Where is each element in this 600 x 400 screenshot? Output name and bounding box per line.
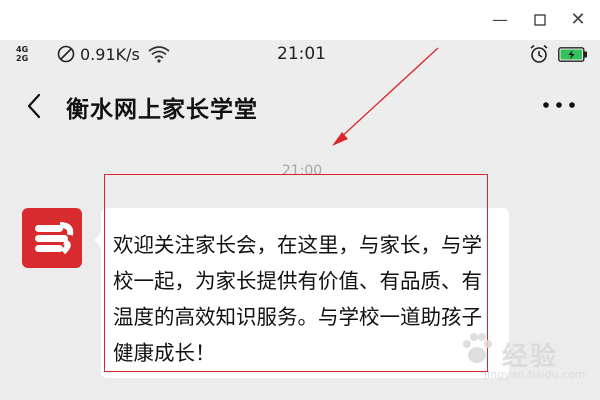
paw-logo-icon xyxy=(463,333,492,363)
chat-title: 衡水网上家长学堂 xyxy=(66,97,258,123)
chat-header: 衡水网上家长学堂 xyxy=(0,70,600,140)
wifi-icon xyxy=(148,46,170,63)
highlight-box xyxy=(104,174,488,372)
no-sim-icon xyxy=(57,45,75,63)
network-type-indicator: 4G 2G xyxy=(16,45,36,63)
close-button[interactable]: ✕ xyxy=(568,10,588,30)
watermark-url: jingyan.baidu.com xyxy=(484,368,586,381)
window-titlebar: — ✕ xyxy=(0,0,600,40)
annotation-arrow-icon xyxy=(332,47,439,146)
network-speed: 0.91K/s xyxy=(80,45,140,64)
more-button[interactable] xyxy=(542,101,576,109)
battery-charging-icon xyxy=(558,47,587,62)
brand-logo-icon xyxy=(35,222,74,255)
status-clock: 21:01 xyxy=(277,44,326,64)
network-type-bottom: 2G xyxy=(16,54,29,63)
maximize-button[interactable] xyxy=(530,10,550,30)
back-button[interactable] xyxy=(24,92,44,120)
watermark: 经验 jingyan.baidu.com xyxy=(458,328,588,384)
avatar[interactable] xyxy=(22,208,82,268)
alarm-icon xyxy=(530,44,548,63)
maximize-icon xyxy=(534,14,546,26)
status-bar: 4G 2G 0.91K/s 21:01 xyxy=(0,40,600,70)
network-type-top: 4G xyxy=(16,45,29,54)
minimize-button[interactable]: — xyxy=(490,10,510,30)
